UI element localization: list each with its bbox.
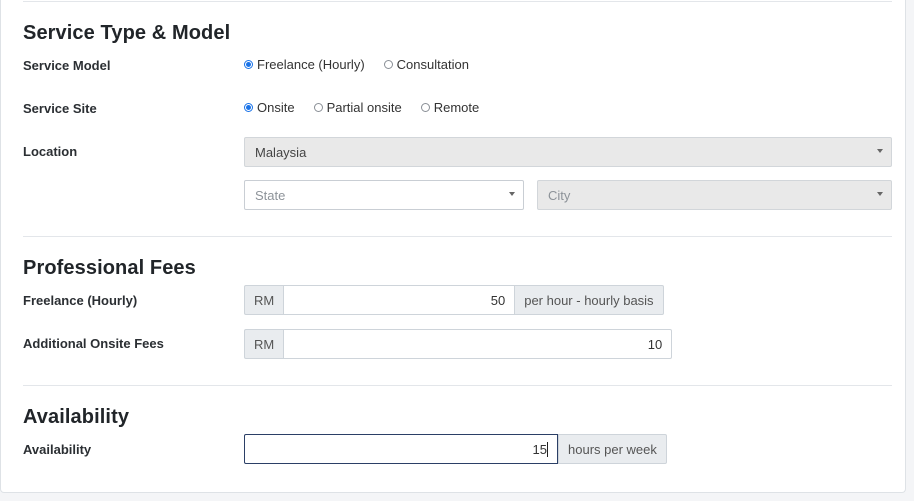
service-model-radio-group: Freelance (Hourly) Consultation — [244, 57, 488, 72]
radio-label: Freelance (Hourly) — [257, 57, 365, 72]
chevron-down-icon — [877, 192, 883, 196]
freelance-hourly-label: Freelance (Hourly) — [23, 293, 138, 308]
city-select[interactable]: City — [537, 180, 892, 210]
location-label: Location — [23, 144, 78, 159]
chevron-down-icon — [877, 149, 883, 153]
radio-label: Onsite — [257, 100, 295, 115]
radio-freelance-hourly[interactable]: Freelance (Hourly) — [244, 57, 365, 72]
service-section-title: Service Type & Model — [23, 22, 231, 44]
country-select-value: Malaysia — [255, 144, 307, 160]
service-site-radio-group: Onsite Partial onsite Remote — [244, 100, 498, 115]
section-divider — [23, 1, 892, 2]
form-card: Service Type & Model Service Model Freel… — [0, 0, 906, 493]
availability-input-group: 15 hours per week — [244, 434, 667, 464]
chevron-down-icon — [509, 192, 515, 196]
radio-label: Partial onsite — [326, 100, 402, 115]
radio-consultation[interactable]: Consultation — [383, 57, 469, 72]
fees-section-title: Professional Fees — [23, 257, 196, 279]
section-divider — [23, 385, 892, 386]
radio-unselected-icon[interactable] — [383, 60, 393, 69]
radio-onsite[interactable]: Onsite — [244, 100, 295, 115]
section-divider — [23, 236, 892, 237]
hours-per-week-addon: hours per week — [558, 434, 667, 464]
onsite-fee-input-group: RM 10 — [244, 329, 673, 359]
onsite-fee-input[interactable]: 10 — [283, 329, 673, 359]
radio-selected-icon[interactable] — [244, 103, 253, 112]
onsite-fee-value: 10 — [647, 336, 663, 352]
state-select[interactable]: State — [244, 180, 524, 210]
freelance-fee-input-group: RM 50 per hour - hourly basis — [244, 285, 664, 315]
currency-addon: RM — [244, 285, 284, 315]
radio-label: Consultation — [396, 57, 469, 72]
freelance-fee-value: 50 — [490, 292, 506, 308]
availability-input[interactable]: 15 — [244, 434, 558, 464]
state-select-placeholder: State — [255, 187, 286, 203]
radio-selected-icon[interactable] — [244, 60, 253, 69]
onsite-fees-label: Additional Onsite Fees — [23, 336, 164, 351]
radio-remote[interactable]: Remote — [420, 100, 480, 115]
radio-label: Remote — [433, 100, 480, 115]
service-site-label: Service Site — [23, 101, 97, 116]
text-cursor — [547, 441, 548, 457]
city-select-placeholder: City — [548, 187, 571, 203]
availability-section-title: Availability — [23, 406, 130, 428]
availability-label: Availability — [23, 442, 92, 457]
per-hour-addon: per hour - hourly basis — [515, 285, 664, 315]
radio-partial-onsite[interactable]: Partial onsite — [313, 100, 402, 115]
country-select[interactable]: Malaysia — [244, 137, 892, 167]
currency-addon: RM — [244, 329, 284, 359]
availability-value: 15 — [532, 441, 547, 457]
freelance-fee-input[interactable]: 50 — [283, 285, 516, 315]
radio-unselected-icon[interactable] — [420, 103, 430, 112]
service-model-label: Service Model — [23, 58, 111, 73]
radio-unselected-icon[interactable] — [313, 103, 323, 112]
